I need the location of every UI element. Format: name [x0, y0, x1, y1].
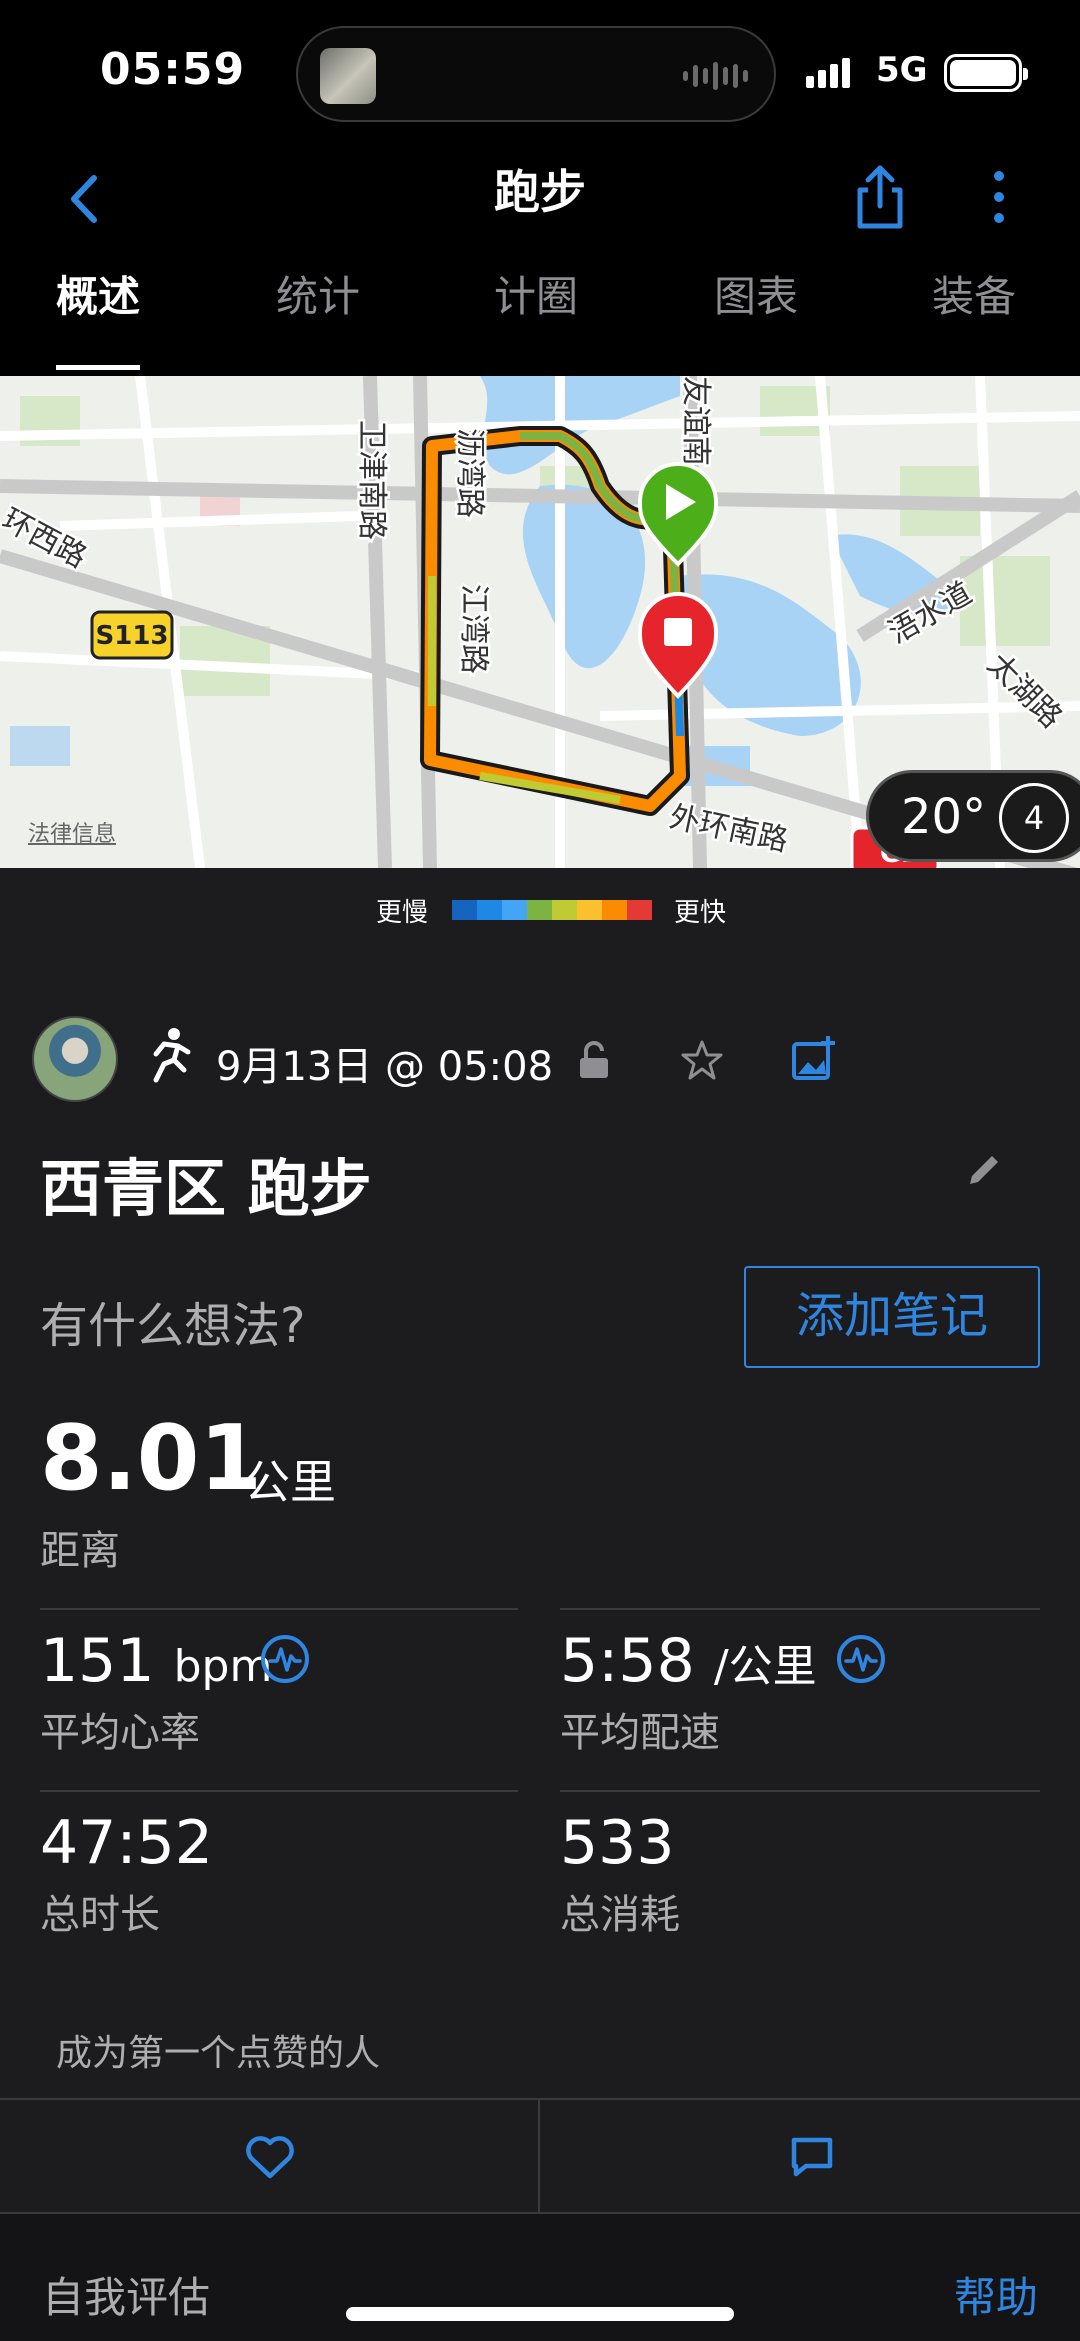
tab-overview[interactable]: 概述: [56, 260, 141, 376]
home-indicator[interactable]: [346, 2307, 734, 2321]
activity-title: 西青区 跑步: [40, 1152, 372, 1225]
tab-gear[interactable]: 装备: [932, 260, 1016, 376]
network-type: 5G: [876, 50, 928, 90]
avatar[interactable]: [32, 1016, 118, 1102]
start-marker-icon[interactable]: [637, 462, 719, 567]
page-title: 跑步: [494, 165, 586, 219]
status-bar: 05:59 5G: [0, 0, 1080, 140]
calories-label: 总消耗: [560, 1892, 680, 1938]
status-time: 05:59: [100, 44, 246, 95]
likes-summary[interactable]: 成为第一个点赞的人: [56, 2024, 380, 2076]
pace-legend: 更慢 更快: [0, 868, 1080, 952]
comment-icon: [791, 2137, 833, 2177]
route-map[interactable]: 环西路 卫津南路 沥湾路 江湾路 友谊南 浯水道 太湖路 外环南路 S113 G…: [0, 376, 1080, 868]
tab-bar: 概述 统计 计圈 图表 装备: [0, 260, 1080, 376]
add-note-button[interactable]: 添加笔记: [744, 1266, 1040, 1368]
star-icon[interactable]: [680, 1038, 724, 1082]
nav-bar: 跑步 概述 统计 计圈 图表 装备: [0, 140, 1080, 376]
battery-icon: [944, 54, 1028, 92]
legal-info-link[interactable]: 法律信息: [28, 816, 116, 848]
avg-pace-stat: 5:58 /公里: [560, 1626, 817, 1696]
calories-value: 533: [560, 1808, 675, 1878]
divider: [560, 1790, 1040, 1792]
cellular-signal-icon: [806, 58, 850, 88]
avg-hr-stat: 151 bpm: [40, 1626, 272, 1696]
more-options-button[interactable]: [984, 164, 1014, 230]
unlock-icon[interactable]: [576, 1040, 612, 1080]
edit-pencil-icon[interactable]: [964, 1150, 1004, 1190]
comment-button[interactable]: [540, 2100, 1080, 2212]
tab-charts[interactable]: 图表: [714, 260, 798, 376]
share-icon: [857, 165, 903, 229]
heart-icon: [246, 2136, 294, 2179]
distance-unit: 公里: [244, 1455, 336, 1509]
self-evaluation-title: 自我评估: [42, 2273, 211, 2322]
activity-date: 9月13日 @ 05:08: [216, 1044, 554, 1090]
audio-waveform-icon: [683, 62, 748, 90]
weather-temperature: 20°: [901, 789, 987, 845]
share-button[interactable]: [848, 160, 912, 232]
avg-hr-value: 151: [40, 1626, 155, 1696]
tab-stats[interactable]: 统计: [276, 260, 360, 376]
legend-faster-label: 更快: [674, 898, 727, 928]
dynamic-island[interactable]: [296, 26, 776, 122]
heart-rate-icon[interactable]: [260, 1634, 310, 1684]
distance-label: 距离: [40, 1528, 120, 1574]
avg-pace-value: 5:58: [560, 1626, 695, 1696]
thoughts-prompt[interactable]: 有什么想法?: [40, 1286, 305, 1356]
avg-hr-unit: bpm: [173, 1641, 273, 1692]
divider: [40, 1790, 518, 1792]
highway-shield-s113: S113: [90, 610, 174, 660]
tab-laps[interactable]: 计圈: [494, 260, 578, 376]
divider: [560, 1608, 1040, 1610]
svg-text:S113: S113: [96, 621, 169, 651]
map-label-weijin: 卫津南路: [354, 420, 389, 540]
avg-pace-label: 平均配速: [560, 1710, 720, 1756]
map-label-wanwan: 沥湾路: [452, 428, 487, 518]
pace-color-scale: [452, 900, 652, 920]
more-vertical-icon: [994, 171, 1004, 223]
running-icon: [153, 1028, 191, 1083]
like-button[interactable]: [0, 2100, 538, 2212]
pace-activity-icon[interactable]: [836, 1634, 886, 1684]
avg-hr-label: 平均心率: [40, 1710, 200, 1756]
map-label-outer-ring: 外环南路: [666, 800, 791, 859]
map-label-youyi: 友谊南: [678, 376, 713, 466]
distance-value: 8.01: [40, 1406, 263, 1511]
duration-label: 总时长: [40, 1892, 160, 1938]
add-photo-icon[interactable]: [790, 1034, 836, 1082]
now-playing-artwork: [320, 48, 376, 104]
duration-value: 47:52: [40, 1808, 213, 1878]
map-label-jiangwan: 江湾路: [456, 584, 491, 674]
legend-slower-label: 更慢: [376, 898, 429, 928]
social-actions: [0, 2098, 1080, 2214]
help-link[interactable]: 帮助: [954, 2264, 1038, 2325]
wind-speed-icon: 4: [999, 783, 1069, 853]
weather-badge: 20° 4: [866, 770, 1080, 862]
avg-pace-unit: /公里: [713, 1641, 817, 1692]
divider: [40, 1608, 518, 1610]
